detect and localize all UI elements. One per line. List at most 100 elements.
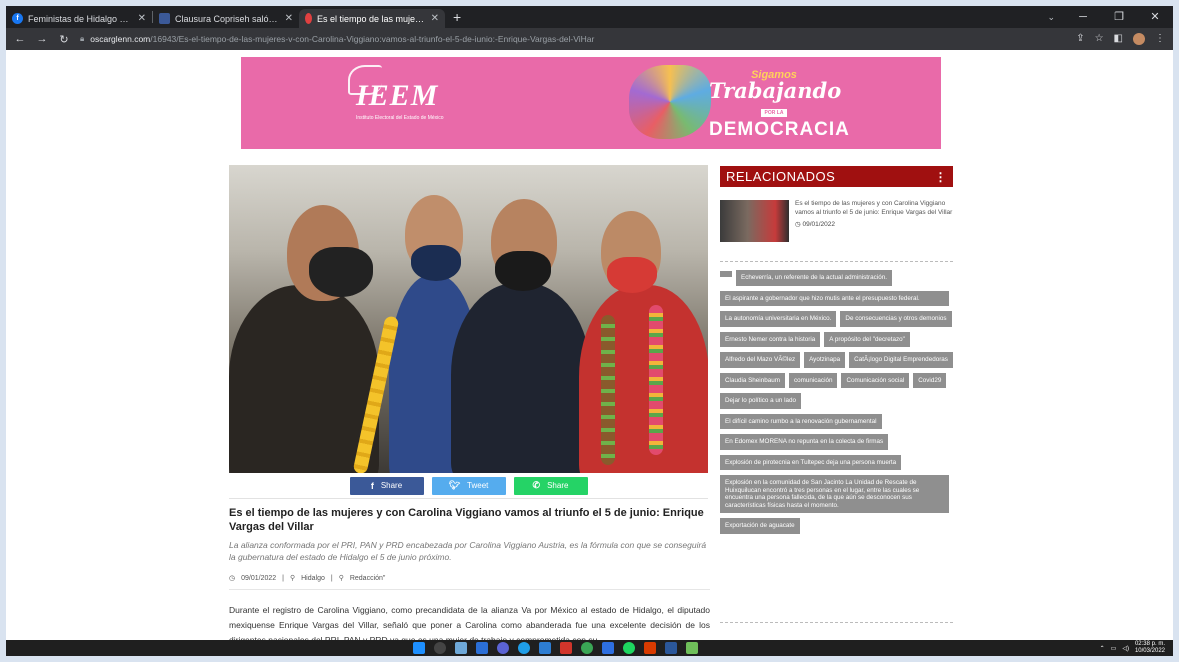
tag-link[interactable]: Claudia Sheinbaum	[720, 372, 785, 388]
tag-link[interactable]: Explosión de pirotecnia en Tultepec deja…	[720, 454, 902, 470]
tab-strip: f Feministas de Hidalgo con Carol ✕ Clau…	[6, 6, 1173, 28]
close-tab-icon[interactable]: ✕	[285, 13, 293, 24]
url-host: oscarglenn.com	[90, 34, 151, 44]
related-heading: RELACIONADOS ⋮	[720, 166, 953, 187]
clock[interactable]: 02:38 p. m. 10/03/2022	[1135, 641, 1165, 655]
edge-icon[interactable]	[518, 642, 530, 654]
chevron-up-icon[interactable]: ⌃	[1100, 645, 1105, 652]
facebook-share-label: Share	[380, 481, 403, 490]
article-lead: La alianza conformada por el PRI, PAN y …	[229, 540, 707, 562]
tag-link[interactable]: Covid29	[913, 372, 947, 388]
quill-icon	[348, 65, 382, 95]
tag-link[interactable]: Ernesto Nemer contra la historia	[720, 331, 821, 347]
tag-link[interactable]: De consecuencias y otros demonios	[840, 311, 952, 327]
tab-clausura[interactable]: Clausura Copriseh salón Benever ✕	[153, 9, 299, 28]
article-author[interactable]: Redacción"	[350, 575, 386, 582]
close-window-icon[interactable]: ✕	[1137, 6, 1173, 28]
tab-title: Clausura Copriseh salón Benever	[175, 13, 280, 24]
tab-title: Es el tiempo de las mujeres v con	[317, 13, 426, 24]
facebook-icon: f	[370, 480, 374, 491]
ieem-logo: IEEM Instituto Electoral del Estado de M…	[348, 65, 444, 121]
close-tab-icon[interactable]: ✕	[431, 13, 439, 24]
address-bar: ← → ↻ 🔒︎ oscarglenn.com/16943/Es-el-tiem…	[6, 28, 1173, 50]
whatsapp-share-button[interactable]: ✆ Share	[513, 476, 588, 495]
sidepanel-icon[interactable]: ◧	[1114, 33, 1123, 45]
tag-stub[interactable]	[720, 271, 732, 277]
network-icon[interactable]: ▭	[1111, 645, 1117, 652]
related-article[interactable]: Es el tiempo de las mujeres y con Caroli…	[720, 200, 953, 242]
related-title[interactable]: Es el tiempo de las mujeres y con Caroli…	[795, 200, 953, 217]
spotify-icon[interactable]	[623, 642, 635, 654]
menu-kebab-icon[interactable]: ⋮	[1155, 33, 1165, 45]
whatsapp-share-label: Share	[547, 481, 569, 490]
tag-link[interactable]: La autonomía universitaria en México.	[720, 311, 837, 327]
windows-start-icon[interactable]	[413, 642, 425, 654]
related-thumbnail[interactable]	[720, 200, 789, 242]
reload-icon[interactable]: ↻	[56, 33, 72, 46]
forward-icon[interactable]: →	[34, 33, 50, 45]
search-icon[interactable]	[434, 642, 446, 654]
chrome-icon[interactable]	[581, 642, 593, 654]
tag-cloud: Echeverría, un referente de la actual ad…	[720, 270, 953, 534]
slogan-bottom: DEMOCRACIA	[709, 119, 850, 140]
bookmark-star-icon[interactable]: ☆	[1095, 33, 1104, 45]
volume-icon[interactable]: ◁)	[1122, 645, 1129, 652]
twitter-icon: 🐦︎	[448, 480, 461, 490]
tag-link[interactable]: Ayotzinapa	[804, 352, 846, 368]
photos-icon[interactable]	[686, 642, 698, 654]
tag-link[interactable]: Comunicación social	[841, 372, 910, 388]
tab-search-icon[interactable]: ⌄	[1047, 6, 1055, 28]
pdf-icon[interactable]	[560, 642, 572, 654]
new-tab-button[interactable]: +	[445, 9, 469, 25]
share-page-icon[interactable]: ⇪	[1076, 33, 1084, 45]
tag-link[interactable]: Echeverría, un referente de la actual ad…	[736, 270, 892, 286]
chat-icon[interactable]	[497, 642, 509, 654]
article-title: Es el tiempo de las mujeres y con Caroli…	[229, 507, 704, 533]
article-date: 09/01/2022	[241, 574, 277, 582]
url-input[interactable]: 🔒︎ oscarglenn.com/16943/Es-el-tiempo-de-…	[80, 30, 1076, 48]
widgets-icon[interactable]	[476, 642, 488, 654]
tag-link[interactable]: El aspirante a gobernador que hizo mutis…	[720, 290, 949, 306]
back-icon[interactable]: ←	[12, 33, 28, 45]
tag-link[interactable]: A propósito del "decretazo"	[824, 331, 910, 347]
related-date-text: 09/01/2022	[802, 221, 836, 228]
ad-banner[interactable]: IEEM Instituto Electoral del Estado de M…	[241, 57, 941, 149]
tab-title: Feministas de Hidalgo con Carol	[28, 13, 133, 24]
close-tab-icon[interactable]: ✕	[138, 13, 146, 24]
ieem-brand-sub: Instituto Electoral del Estado de México	[356, 115, 444, 121]
maximize-icon[interactable]: ❐	[1101, 6, 1137, 28]
browser-window: f Feministas de Hidalgo con Carol ✕ Clau…	[6, 6, 1173, 656]
whatsapp-icon: ✆	[532, 480, 541, 490]
more-vertical-icon[interactable]: ⋮	[935, 170, 948, 184]
task-view-icon[interactable]	[455, 642, 467, 654]
office-icon[interactable]	[644, 642, 656, 654]
facebook-share-button[interactable]: f Share	[349, 476, 424, 495]
tag-link[interactable]: El difícil camino rumbo a la renovación …	[720, 413, 882, 429]
store-icon[interactable]	[539, 642, 551, 654]
location-pin-icon: ⚲	[289, 575, 296, 582]
tag-link[interactable]: Alfredo del Mazo VÃ©lez	[720, 352, 801, 368]
web-page: IEEM Instituto Electoral del Estado de M…	[6, 50, 1173, 640]
tag-link[interactable]: Dejar lo político a un lado	[720, 393, 802, 409]
twitter-share-label: Tweet	[467, 481, 489, 490]
clock-date: 10/03/2022	[1134, 648, 1165, 654]
minimize-icon[interactable]: ─	[1065, 6, 1101, 28]
clock-icon: ◷	[229, 575, 236, 582]
slogan-mid: Trabajando	[709, 78, 842, 103]
related-heading-label: RELACIONADOS	[726, 169, 836, 184]
zoom-icon[interactable]	[602, 642, 614, 654]
tab-active-article[interactable]: Es el tiempo de las mujeres v con ✕	[299, 9, 445, 28]
tag-link[interactable]: Explosión en la comunidad de San Jacinto…	[720, 475, 949, 513]
twitter-tweet-button[interactable]: 🐦︎ Tweet	[431, 476, 506, 495]
tag-link[interactable]: comunicación	[788, 372, 838, 388]
word-icon[interactable]	[665, 642, 677, 654]
profile-avatar[interactable]	[1133, 33, 1145, 45]
tag-link[interactable]: Exportación de aguacate	[720, 518, 800, 534]
article-section[interactable]: Hidalgo	[301, 575, 325, 582]
tag-link[interactable]: CatÃ¡logo Digital Emprendedoras	[849, 352, 953, 368]
url-path: /16943/Es-el-tiempo-de-las-mujeres-v-con…	[150, 34, 595, 44]
system-tray: ⌃ ▭ ◁) 02:38 p. m. 10/03/2022	[1100, 640, 1165, 656]
tab-feministas[interactable]: f Feministas de Hidalgo con Carol ✕	[6, 9, 152, 28]
lock-icon: 🔒︎	[80, 34, 85, 43]
tag-link[interactable]: En Edomex MORENA no repunta en la colect…	[720, 434, 889, 450]
